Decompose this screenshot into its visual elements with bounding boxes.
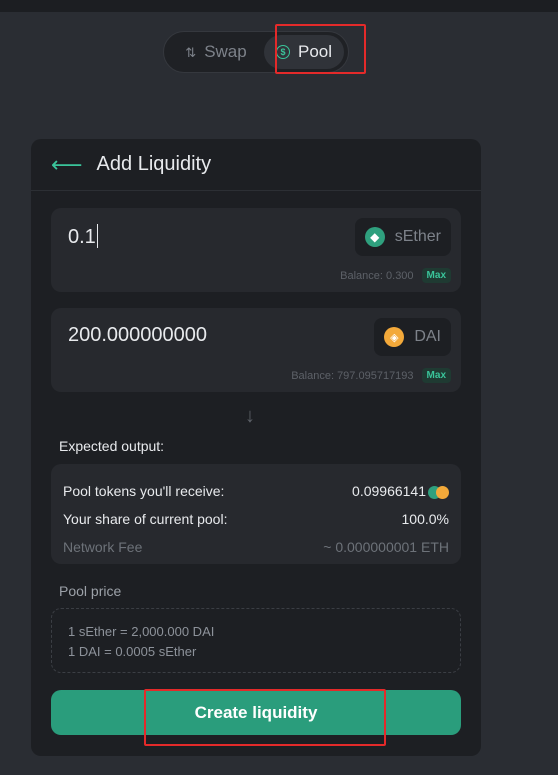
token-b-max-button[interactable]: Max <box>421 368 451 383</box>
ether-icon: ◆ <box>364 227 385 247</box>
token-b-balance-row: Balance: 797.095717193 Max <box>291 368 451 383</box>
tab-pool[interactable]: $ Pool <box>264 35 344 69</box>
expected-output-box: Pool tokens you'll receive: 0.09966141 Y… <box>51 464 461 564</box>
token-a-max-button[interactable]: Max <box>421 268 451 283</box>
network-fee-value: ~ 0.000000001 ETH <box>323 539 449 555</box>
tab-pool-label: Pool <box>297 42 333 61</box>
token-b-balance: Balance: 797.095717193 <box>291 369 414 382</box>
pool-tokens-label: Pool tokens you'll receive: <box>63 483 225 499</box>
arrow-down-icon: ↓ <box>245 405 255 427</box>
token-b-name: DAI <box>414 328 441 345</box>
dai-icon: ◈ <box>384 327 405 347</box>
add-liquidity-card: ⟵ Add Liquidity 0.1 ◆ sEther Balance: 0.… <box>31 139 481 756</box>
back-arrow-icon[interactable]: ⟵ <box>51 153 83 176</box>
tab-swap-label: Swap <box>204 42 247 61</box>
token-b-input-box: 200.000000000 ◈ DAI Balance: 797.0957171… <box>51 308 461 392</box>
pool-tokens-value: 0.09966141 <box>352 483 426 499</box>
pool-price-label: Pool price <box>59 583 122 599</box>
token-a-balance-row: Balance: 0.300 Max <box>340 268 451 283</box>
token-pair-icon <box>428 486 449 499</box>
tab-swap[interactable]: ⇅ Swap <box>168 35 264 69</box>
top-bar <box>0 0 558 12</box>
token-a-name: sEther <box>394 228 441 245</box>
network-fee-row: Network Fee ~ 0.000000001 ETH <box>63 533 449 561</box>
pool-tokens-row: Pool tokens you'll receive: 0.09966141 <box>63 477 449 505</box>
pool-share-label: Your share of current pool: <box>63 511 228 527</box>
pool-price-box: 1 sEther = 2,000.000 DAI 1 DAI = 0.0005 … <box>51 608 461 673</box>
swap-pool-tabs: ⇅ Swap $ Pool <box>163 31 349 73</box>
token-a-balance: Balance: 0.300 <box>340 269 414 282</box>
token-a-selector[interactable]: ◆ sEther <box>354 218 451 256</box>
card-header: ⟵ Add Liquidity <box>31 139 481 191</box>
page-title: Add Liquidity <box>96 153 212 175</box>
network-fee-label: Network Fee <box>63 539 143 555</box>
pool-price-line-2: 1 DAI = 0.0005 sEther <box>68 644 197 659</box>
token-a-amount-input[interactable]: 0.1 <box>68 224 98 249</box>
pool-tokens-value-wrap: 0.09966141 <box>352 483 449 499</box>
pool-share-value: 100.0% <box>401 511 449 527</box>
pool-share-row: Your share of current pool: 100.0% <box>63 505 449 533</box>
token-b-selector[interactable]: ◈ DAI <box>374 318 451 356</box>
create-liquidity-button[interactable]: Create liquidity <box>51 690 461 735</box>
text-caret <box>96 224 98 248</box>
token-b-amount-input[interactable]: 200.000000000 <box>68 324 207 347</box>
dollar-circle-icon: $ <box>275 45 290 59</box>
token-a-input-box: 0.1 ◆ sEther Balance: 0.300 Max <box>51 208 461 292</box>
pool-price-line-1: 1 sEther = 2,000.000 DAI <box>68 624 215 639</box>
expected-output-label: Expected output: <box>59 438 165 454</box>
swap-arrows-icon: ⇅ <box>185 44 197 60</box>
